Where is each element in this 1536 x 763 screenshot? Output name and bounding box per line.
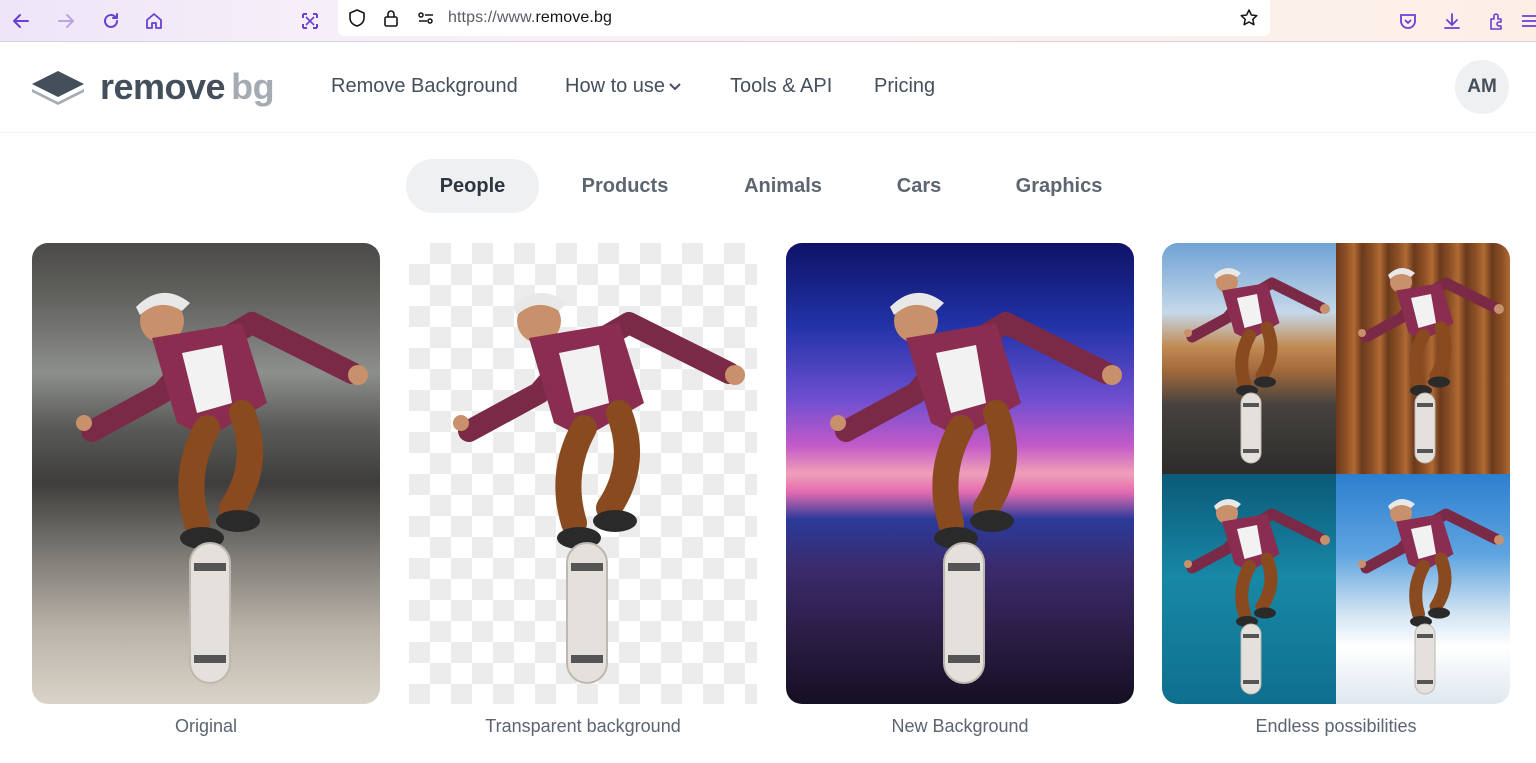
skater-figure (1336, 474, 1510, 705)
tab-products[interactable]: Products (558, 159, 692, 213)
avatar[interactable]: AM (1455, 60, 1509, 114)
permissions-icon[interactable] (413, 5, 439, 31)
nav-pricing[interactable]: Pricing (874, 75, 935, 98)
nav-how-to-use-label: How to use (565, 75, 666, 97)
url-text[interactable]: https://www.remove.bg (448, 9, 612, 27)
variant-wood (1336, 243, 1510, 474)
logo-wordmark: remove bg (100, 66, 275, 107)
variant-road (1162, 243, 1336, 474)
nav-how-to-use[interactable]: How to use (565, 75, 682, 98)
skater-figure (1162, 474, 1336, 705)
forward-icon[interactable] (51, 6, 81, 36)
skater-figure (32, 243, 380, 704)
caption-original: Original (174, 716, 238, 736)
tab-animals[interactable]: Animals (716, 159, 850, 213)
browser-toolbar: https://www.remove.bg (0, 0, 1536, 42)
example-new-background-image (786, 243, 1134, 704)
example-original-image (32, 243, 380, 704)
tab-people[interactable]: People (406, 159, 539, 213)
chevron-down-icon (668, 75, 682, 98)
site-logo[interactable]: remove bg (30, 65, 275, 109)
skater-figure (409, 243, 757, 704)
skater-figure (786, 243, 1134, 704)
back-icon[interactable] (6, 6, 36, 36)
shield-icon[interactable] (344, 5, 370, 31)
pocket-icon[interactable] (1393, 6, 1423, 36)
skater-figure (1162, 243, 1336, 474)
tab-graphics[interactable]: Graphics (992, 159, 1126, 213)
lock-icon[interactable] (378, 5, 404, 31)
extensions-icon[interactable] (1482, 6, 1512, 36)
skater-figure (1336, 243, 1510, 474)
download-icon[interactable] (1437, 6, 1467, 36)
site-header: remove bg Remove Background How to use To… (0, 43, 1536, 133)
bookmark-star-icon[interactable] (1236, 5, 1262, 31)
nav-tools-api[interactable]: Tools & API (730, 75, 832, 98)
screenshot-icon[interactable] (295, 6, 325, 36)
variant-sky (1336, 473, 1510, 705)
menu-icon[interactable] (1520, 6, 1536, 36)
tab-cars[interactable]: Cars (872, 159, 966, 213)
caption-transparent: Transparent background (485, 716, 681, 736)
home-icon[interactable] (139, 6, 169, 36)
nav-remove-background[interactable]: Remove Background (331, 75, 518, 98)
url-bar[interactable]: https://www.remove.bg (338, 0, 1270, 36)
caption-new-background: New Background (891, 716, 1029, 736)
example-transparent-image (409, 243, 757, 704)
variant-teal (1162, 473, 1336, 705)
reload-icon[interactable] (96, 6, 126, 36)
caption-endless-possibilities: Endless possibilities (1255, 716, 1417, 736)
example-endless-possibilities-image (1162, 243, 1510, 704)
logo-layers-icon (32, 71, 84, 105)
